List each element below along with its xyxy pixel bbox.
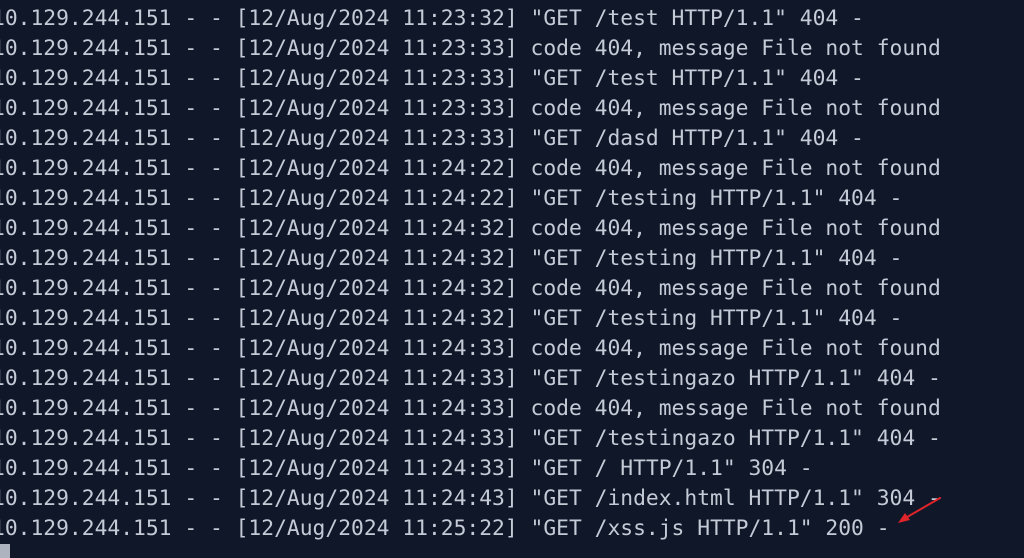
red-arrow-icon — [898, 497, 941, 523]
terminal-cursor — [0, 544, 10, 558]
log-line: 10.129.244.151 - - [12/Aug/2024 11:24:33… — [0, 366, 941, 391]
log-line: 10.129.244.151 - - [12/Aug/2024 11:24:32… — [0, 216, 941, 241]
log-line: 10.129.244.151 - - [12/Aug/2024 11:24:32… — [0, 276, 941, 301]
log-line: 10.129.244.151 - - [12/Aug/2024 11:23:33… — [0, 96, 941, 121]
terminal-window[interactable]: 10.129.244.151 - - [12/Aug/2024 11:23:32… — [0, 0, 1024, 558]
log-line: 10.129.244.151 - - [12/Aug/2024 11:23:33… — [0, 126, 864, 151]
log-line: 10.129.244.151 - - [12/Aug/2024 11:24:33… — [0, 336, 941, 361]
log-output: 10.129.244.151 - - [12/Aug/2024 11:23:32… — [0, 4, 941, 544]
log-line: 10.129.244.151 - - [12/Aug/2024 11:24:32… — [0, 306, 903, 331]
log-line: 10.129.244.151 - - [12/Aug/2024 11:24:33… — [0, 396, 941, 421]
log-line: 10.129.244.151 - - [12/Aug/2024 11:24:33… — [0, 456, 813, 481]
log-line-highlighted: 10.129.244.151 - - [12/Aug/2024 11:25:22… — [0, 516, 890, 541]
log-line: 10.129.244.151 - - [12/Aug/2024 11:24:22… — [0, 156, 941, 181]
log-line: 10.129.244.151 - - [12/Aug/2024 11:24:33… — [0, 426, 941, 451]
log-line: 10.129.244.151 - - [12/Aug/2024 11:23:33… — [0, 66, 864, 91]
log-line: 10.129.244.151 - - [12/Aug/2024 11:23:32… — [0, 6, 864, 31]
log-line: 10.129.244.151 - - [12/Aug/2024 11:24:43… — [0, 486, 941, 511]
log-line: 10.129.244.151 - - [12/Aug/2024 11:24:22… — [0, 186, 903, 211]
log-line: 10.129.244.151 - - [12/Aug/2024 11:24:32… — [0, 246, 903, 271]
log-line: 10.129.244.151 - - [12/Aug/2024 11:23:33… — [0, 36, 941, 61]
